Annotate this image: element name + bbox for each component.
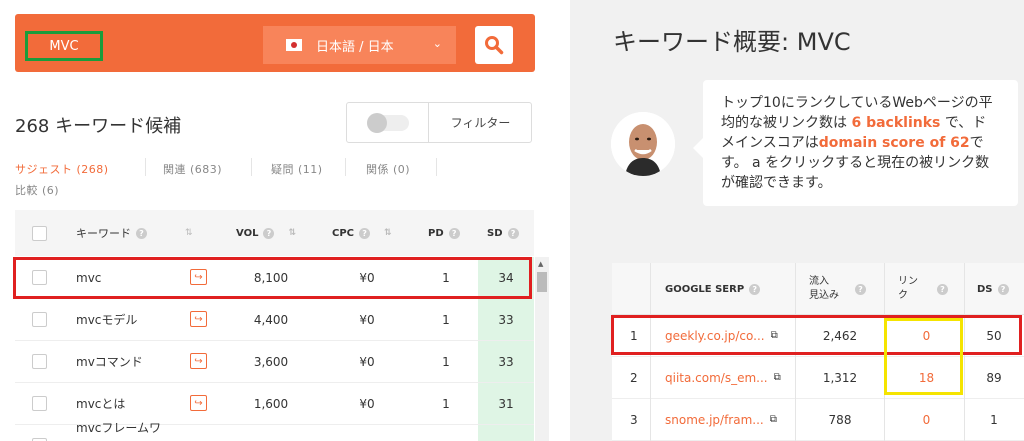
select-all-checkbox[interactable] <box>32 226 47 241</box>
cpc-cell: ¥0 <box>359 312 375 327</box>
page-title: キーワード概要: MVC <box>613 28 851 56</box>
search-button[interactable] <box>475 26 513 64</box>
language-label: 日本語 / 日本 <box>316 39 394 55</box>
table-row[interactable]: mvcフレームワ <box>15 421 534 441</box>
column-traffic[interactable]: 流入 見込み <box>809 263 839 315</box>
keyword-table-header: キーワード? ⇅ VOL? ⇅ CPC? ⇅ PD? SD? <box>15 210 534 256</box>
table-row[interactable]: mvcモデル ↪ 4,400 ¥0 1 33 <box>15 299 534 341</box>
redirect-arrow-icon[interactable]: ↪ <box>190 311 207 327</box>
sd-cell: 33 <box>478 341 534 382</box>
cpc-cell: ¥0 <box>359 354 375 369</box>
vol-cell: 4,400 <box>253 312 289 327</box>
info-bubble: トップ10にランクしているWebページの平均的な被リンク数は 6 backlin… <box>693 80 1018 206</box>
help-icon: ? <box>507 227 519 239</box>
traffic-cell: 788 <box>828 412 852 427</box>
column-google-serp[interactable]: GOOGLE SERP? <box>665 263 761 315</box>
serp-row[interactable]: 3 snome.jp/fram... ⧉ 788 0 1 <box>612 399 1024 441</box>
external-link-icon[interactable]: ⧉ <box>774 372 781 383</box>
table-row[interactable]: mvコマンド ↪ 3,600 ¥0 1 33 <box>15 341 534 383</box>
tab-comparisons[interactable]: 比較 (6) <box>15 182 59 198</box>
divider <box>436 158 437 176</box>
highlight-box-red <box>13 257 532 299</box>
sd-cell: 33 <box>478 299 534 340</box>
filter-button[interactable]: フィルター <box>429 103 532 142</box>
column-cpc[interactable]: CPC? ⇅ <box>332 210 392 256</box>
sd-cell: 31 <box>478 383 534 424</box>
chevron-down-icon: ⌄ <box>432 37 442 50</box>
vol-cell: 1,600 <box>253 396 289 411</box>
pd-cell: 1 <box>442 396 450 411</box>
japan-flag-icon <box>286 39 302 51</box>
column-sd[interactable]: SD? <box>487 210 519 256</box>
row-checkbox[interactable] <box>32 354 47 369</box>
candidates-count: 268 キーワード候補 <box>15 116 182 137</box>
links-cell[interactable]: 0 <box>884 399 969 440</box>
row-checkbox[interactable] <box>32 312 47 327</box>
help-icon: ? <box>136 227 147 239</box>
url-cell[interactable]: snome.jp/fram... ⧉ <box>665 399 777 440</box>
cpc-cell: ¥0 <box>359 396 375 411</box>
tab-questions[interactable]: 疑問 (11) <box>271 161 323 177</box>
keyword-cell[interactable]: mvcモデル <box>76 299 137 340</box>
tab-relations[interactable]: 関係 (0) <box>366 161 410 177</box>
avatar <box>611 112 675 176</box>
redirect-arrow-icon[interactable]: ↪ <box>190 353 207 369</box>
url-cell[interactable]: qiita.com/s_em... ⧉ <box>665 357 781 398</box>
help-icon: ? <box>263 227 275 239</box>
redirect-arrow-icon[interactable]: ↪ <box>190 395 207 411</box>
language-select[interactable]: 日本語 / 日本 ⌄ <box>263 26 456 64</box>
filter-toggle[interactable] <box>367 113 409 133</box>
keyword-input[interactable]: MVC <box>25 31 103 61</box>
divider <box>345 158 346 176</box>
divider <box>251 158 252 176</box>
rank-cell: 2 <box>630 370 638 385</box>
help-icon: ? <box>997 283 1009 295</box>
row-checkbox[interactable] <box>32 396 47 411</box>
keyword-cell[interactable]: mvコマンド <box>76 341 143 382</box>
divider <box>145 158 146 176</box>
filter-box: フィルター <box>346 102 532 143</box>
help-icon: ? <box>448 227 460 239</box>
help-icon: ? <box>855 284 866 295</box>
pd-cell: 1 <box>442 312 450 327</box>
ds-cell: 89 <box>986 370 1002 385</box>
vol-cell: 3,600 <box>253 354 289 369</box>
sort-icon: ⇅ <box>288 228 296 238</box>
tab-related[interactable]: 関連 (683) <box>163 161 222 177</box>
rank-cell: 3 <box>630 412 638 427</box>
keyword-panel: MVC 日本語 / 日本 ⌄ 268 キーワード候補 フィルター サジェスト (… <box>0 0 549 441</box>
column-pd[interactable]: PD? <box>428 210 460 256</box>
domain-score-highlight: domain score of 62 <box>818 135 970 151</box>
sd-cell <box>478 425 534 441</box>
sort-icon: ⇅ <box>384 228 392 238</box>
column-links[interactable]: リン ク <box>898 263 918 315</box>
tab-suggest[interactable]: サジェスト (268) <box>15 161 109 177</box>
search-icon <box>485 36 504 55</box>
column-ds[interactable]: DS? <box>977 263 1009 315</box>
backlinks-highlight: 6 backlinks <box>851 115 941 131</box>
sort-icon: ⇅ <box>185 228 193 238</box>
ds-cell: 1 <box>990 412 998 427</box>
avatar-face-icon <box>611 112 675 176</box>
highlight-box-yellow <box>884 318 963 395</box>
keyword-cell[interactable]: mvcとは <box>76 383 125 424</box>
keyword-cell[interactable]: mvcフレームワ <box>76 419 161 435</box>
traffic-cell: 1,312 <box>822 370 858 385</box>
help-icon: ? <box>937 284 948 295</box>
column-vol[interactable]: VOL? ⇅ <box>236 210 296 256</box>
scroll-up-icon[interactable]: ▲ <box>538 260 543 268</box>
external-link-icon[interactable]: ⧉ <box>770 414 777 425</box>
pd-cell: 1 <box>442 354 450 369</box>
scrollbar-thumb[interactable] <box>537 272 547 292</box>
help-icon: ? <box>749 283 761 295</box>
help-icon: ? <box>359 227 371 239</box>
column-keyword[interactable]: キーワード? ⇅ <box>76 210 193 256</box>
